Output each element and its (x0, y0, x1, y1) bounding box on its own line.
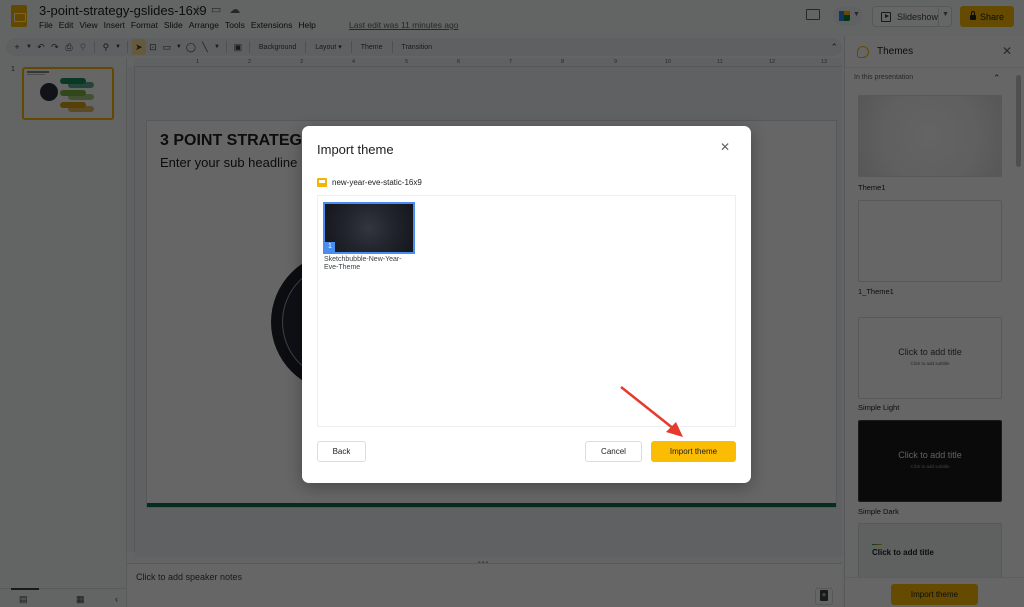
back-button[interactable]: Back (317, 441, 366, 462)
theme-option-thumbnail[interactable]: 1 (323, 202, 415, 254)
close-icon[interactable]: ✕ (720, 140, 730, 154)
theme-option-name[interactable]: Sketchbubble-New-Year-Eve-Theme (324, 256, 414, 272)
selected-theme-number: 1 (325, 242, 335, 252)
import-theme-button[interactable]: Import theme (651, 441, 736, 462)
dialog-title: Import theme (317, 142, 394, 157)
theme-picker: 1 Sketchbubble-New-Year-Eve-Theme (317, 195, 736, 427)
cancel-button[interactable]: Cancel (585, 441, 642, 462)
slides-file-icon (317, 178, 327, 187)
source-file-name: new-year-eve-static-16x9 (332, 178, 422, 187)
import-theme-dialog: Import theme ✕ new-year-eve-static-16x9 … (302, 126, 751, 483)
